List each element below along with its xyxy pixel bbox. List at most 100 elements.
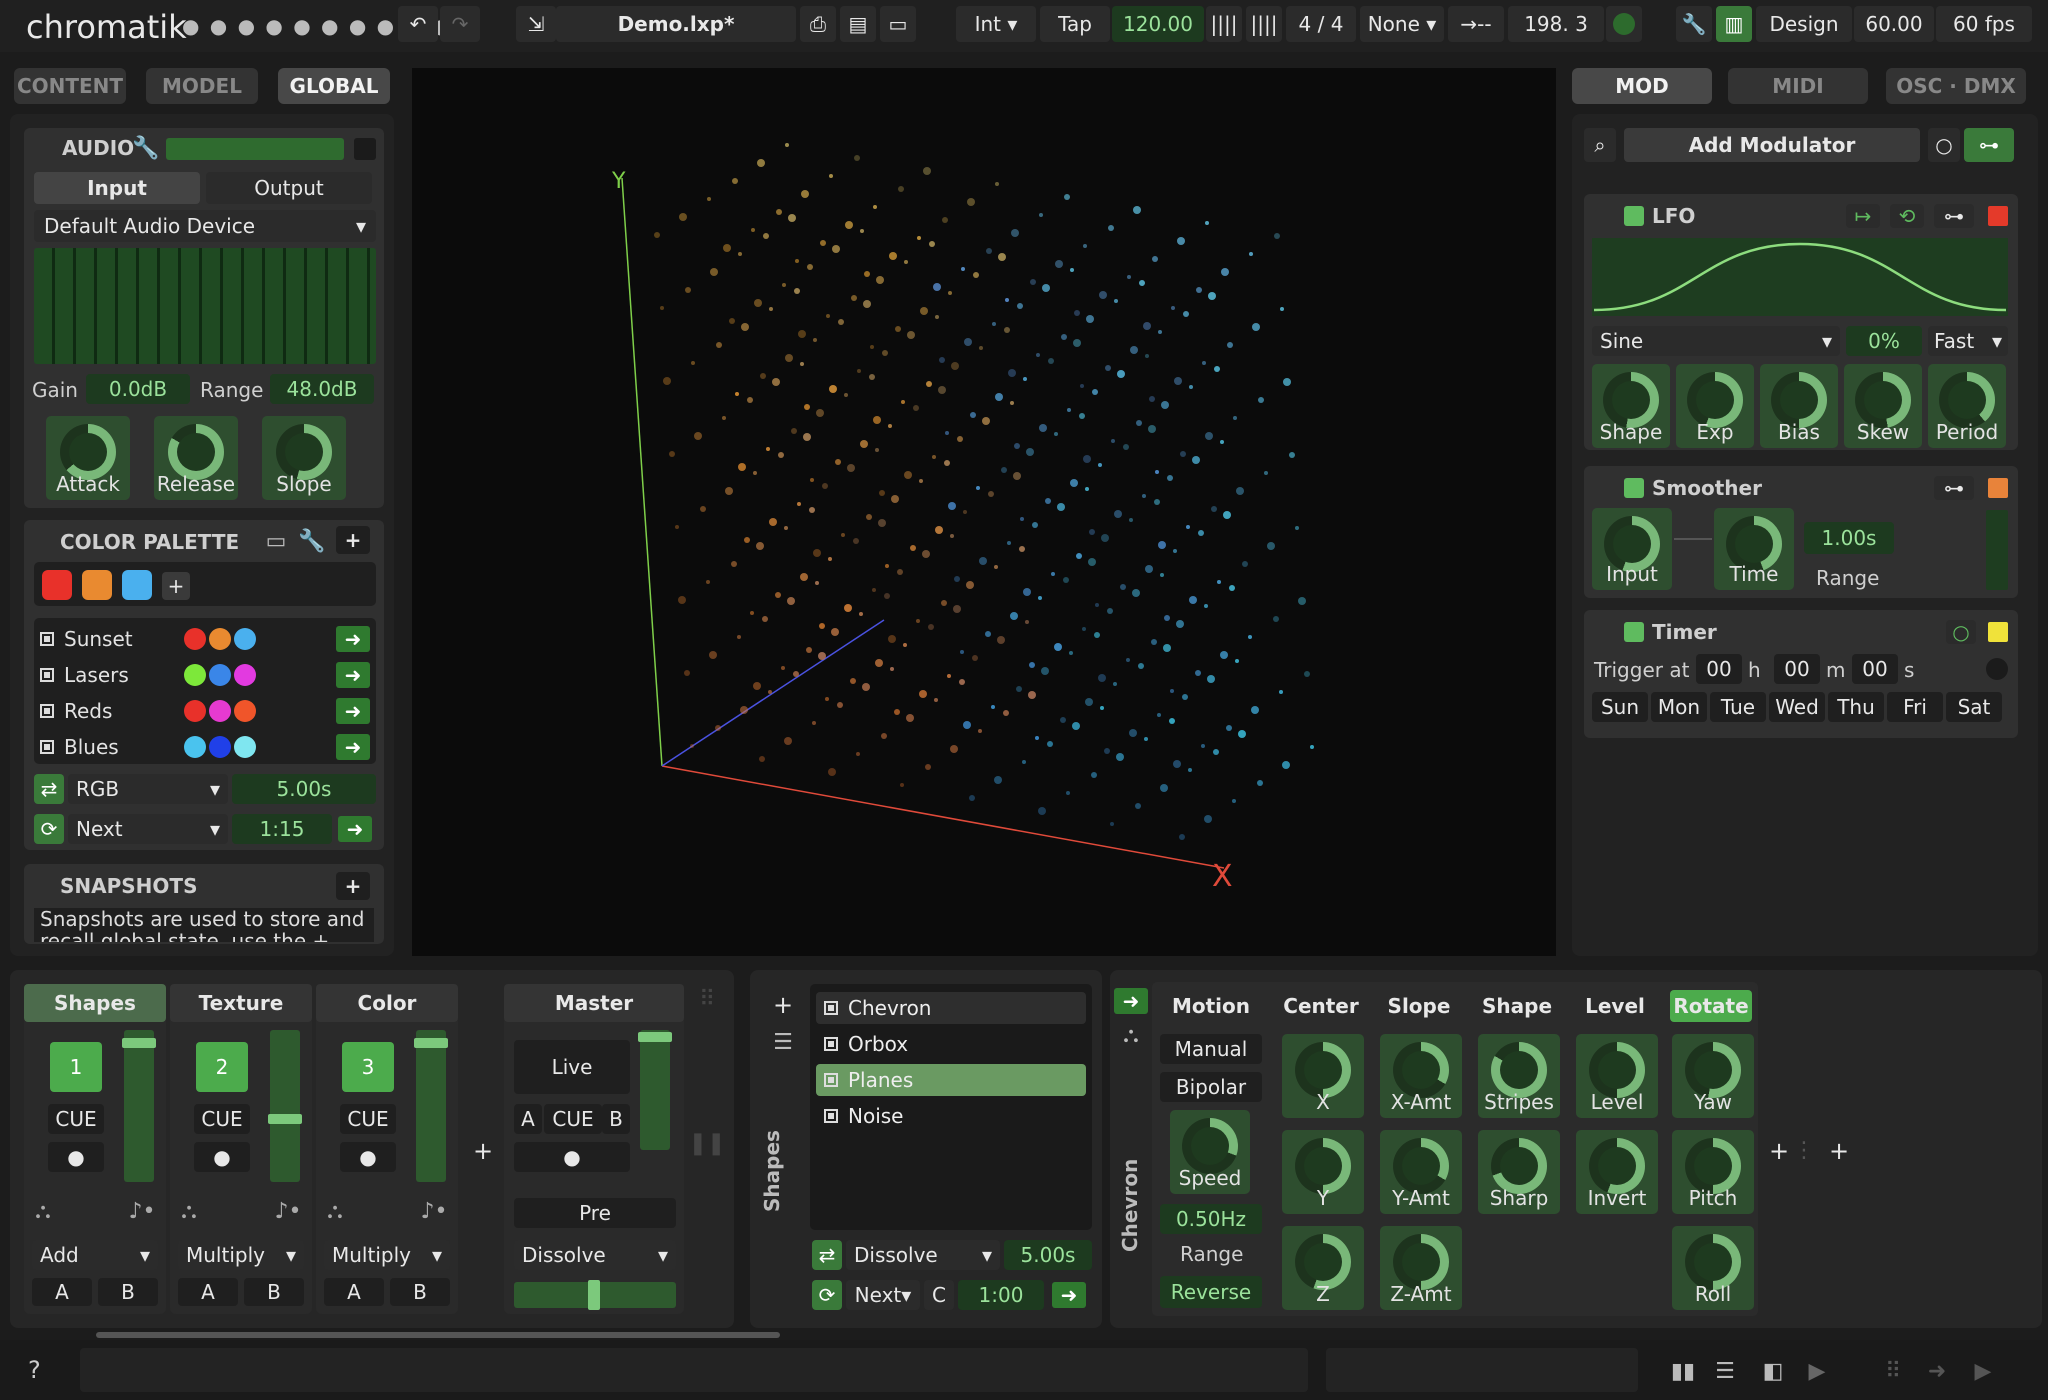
checkbox-icon[interactable]: [40, 668, 54, 682]
channel-cue-button[interactable]: CUE: [194, 1104, 250, 1134]
add-modulator-button[interactable]: Add Modulator: [1624, 128, 1920, 162]
project-import-button[interactable]: ⇲: [516, 6, 556, 42]
palette-apply-button[interactable]: ➜: [336, 662, 370, 688]
palette-mode-select[interactable]: RGB ▾: [68, 774, 228, 804]
gain-field[interactable]: 0.0dB: [86, 374, 190, 404]
timer-power-button[interactable]: ○: [1946, 620, 1976, 644]
grid-icon[interactable]: ⠿: [690, 984, 724, 1014]
add-pattern-button[interactable]: +: [768, 990, 798, 1020]
checkbox-icon[interactable]: [824, 1073, 838, 1087]
channel-number-button[interactable]: 2: [196, 1042, 248, 1092]
pause-icon[interactable]: ❚❚: [689, 1128, 726, 1158]
add-device-button[interactable]: +: [1766, 1136, 1792, 1166]
tap-button[interactable]: Tap: [1040, 6, 1110, 42]
tab-midi[interactable]: MIDI: [1728, 68, 1868, 104]
channel-blend-select[interactable]: Add ▾: [32, 1240, 158, 1270]
forward-icon[interactable]: ➜: [1920, 1356, 1954, 1386]
tab-content[interactable]: CONTENT: [14, 68, 126, 104]
lfo-exp-knob[interactable]: Exp: [1676, 364, 1754, 448]
master-cue-button[interactable]: CUE: [544, 1104, 602, 1134]
palette-go-button[interactable]: ➜: [338, 816, 372, 842]
fps-field[interactable]: 60.00: [1854, 6, 1934, 42]
lfo-trigger-button[interactable]: ↦: [1846, 204, 1880, 228]
timer-day-tue[interactable]: Tue: [1710, 692, 1766, 722]
slope-knob[interactable]: Slope: [262, 416, 346, 500]
device-section-rotate[interactable]: Rotate: [1670, 990, 1752, 1022]
lfo-wave-select[interactable]: Sine ▾: [1592, 326, 1840, 356]
master-pre-button[interactable]: Pre: [514, 1198, 676, 1228]
palette-item[interactable]: Blues ➜: [40, 732, 370, 762]
pattern-next-time[interactable]: 1:00: [958, 1280, 1044, 1310]
checkbox-icon[interactable]: [40, 740, 54, 754]
smoother-map-button[interactable]: ⊶: [1934, 476, 1974, 500]
new-file-icon[interactable]: ▤: [840, 6, 876, 42]
y-knob[interactable]: Y: [1282, 1130, 1364, 1214]
palette-apply-button[interactable]: ➜: [336, 734, 370, 760]
audio-output-tab[interactable]: Output: [206, 172, 372, 204]
layout-panel-icon[interactable]: ◧: [1756, 1356, 1790, 1386]
tab-model[interactable]: MODEL: [146, 68, 258, 104]
palette-apply-button[interactable]: ➜: [336, 626, 370, 652]
channel-name[interactable]: Shapes: [24, 984, 166, 1022]
audio-enable-toggle[interactable]: [354, 138, 376, 160]
swatch-red[interactable]: [42, 570, 72, 600]
palette-next-select[interactable]: Next ▾: [68, 814, 228, 844]
save-button[interactable]: ⎙: [800, 6, 836, 42]
pattern-go-button[interactable]: ➜: [1052, 1282, 1086, 1308]
bpm-field[interactable]: 120.00: [1112, 6, 1204, 42]
device-enable-button[interactable]: ➜: [1114, 988, 1148, 1014]
master-b-button[interactable]: B: [602, 1104, 630, 1134]
pattern-transition-time[interactable]: 5.00s: [1004, 1240, 1092, 1270]
checkbox-icon[interactable]: [40, 704, 54, 718]
master-live-button[interactable]: Live: [514, 1040, 630, 1094]
channel-a-button[interactable]: A: [324, 1278, 384, 1306]
roll-knob[interactable]: Roll: [1672, 1226, 1754, 1310]
undo-button[interactable]: ↶: [398, 6, 438, 42]
wrench-icon[interactable]: 🔧: [132, 134, 159, 162]
help-button[interactable]: ?: [28, 1356, 41, 1384]
layout-preview-icon[interactable]: ▶: [1800, 1356, 1834, 1386]
lfo-map-button[interactable]: ⊶: [1934, 204, 1974, 228]
audio-input-tab[interactable]: Input: [34, 172, 200, 204]
range-field[interactable]: 48.0dB: [270, 374, 374, 404]
channel-record-button[interactable]: ●: [48, 1142, 104, 1172]
channel-fader[interactable]: [122, 1030, 156, 1182]
channel-name[interactable]: Texture: [170, 984, 312, 1022]
lfo-skew-knob[interactable]: Skew: [1844, 364, 1922, 448]
pattern-item[interactable]: Chevron: [816, 992, 1086, 1024]
grid-view-icon[interactable]: ⠿: [1876, 1356, 1910, 1386]
lfo-color-swatch[interactable]: [1988, 206, 2008, 226]
timer-day-mon[interactable]: Mon: [1651, 692, 1707, 722]
transport-arrow-button[interactable]: →--: [1448, 6, 1504, 42]
lfo-period-knob[interactable]: Period: [1928, 364, 2006, 448]
tab-osc-dmx[interactable]: OSC · DMX: [1886, 68, 2026, 104]
add-effect-button[interactable]: +: [1826, 1136, 1852, 1166]
lfo-phase-field[interactable]: 0%: [1846, 326, 1922, 356]
nudge-up-button[interactable]: ||||: [1246, 6, 1282, 42]
palette-next-time[interactable]: 1:15: [232, 814, 332, 844]
redo-button[interactable]: ↷: [440, 6, 480, 42]
timer-day-sat[interactable]: Sat: [1946, 692, 2002, 722]
checkbox-icon[interactable]: [824, 1037, 838, 1051]
speed-hz-field[interactable]: 0.50Hz: [1160, 1204, 1262, 1234]
timer-color-swatch[interactable]: [1988, 622, 2008, 642]
y-amt-knob[interactable]: Y-Amt: [1380, 1130, 1462, 1214]
x-amt-knob[interactable]: X-Amt: [1380, 1034, 1462, 1118]
channel-number-button[interactable]: 1: [50, 1042, 102, 1092]
timer-enable-toggle[interactable]: [1624, 622, 1644, 642]
master-fader[interactable]: [638, 1030, 672, 1150]
z-amt-knob[interactable]: Z-Amt: [1380, 1226, 1462, 1310]
channel-blend-select[interactable]: Multiply ▾: [324, 1240, 450, 1270]
cycle-icon[interactable]: ⟳: [812, 1280, 842, 1310]
tab-mod[interactable]: MOD: [1572, 68, 1712, 104]
z-knob[interactable]: Z: [1282, 1226, 1364, 1310]
design-mode-button[interactable]: Design: [1756, 6, 1852, 42]
position-field[interactable]: 198. 3: [1508, 6, 1604, 42]
add-channel-button[interactable]: +: [470, 1136, 496, 1166]
smoother-input-knob[interactable]: Input: [1592, 508, 1672, 590]
list-icon[interactable]: ☰: [768, 1028, 798, 1056]
pattern-item[interactable]: Noise: [816, 1100, 1086, 1132]
x-knob[interactable]: X: [1282, 1034, 1364, 1118]
master-transition-select[interactable]: Dissolve ▾: [514, 1240, 676, 1270]
channel-a-button[interactable]: A: [178, 1278, 238, 1306]
